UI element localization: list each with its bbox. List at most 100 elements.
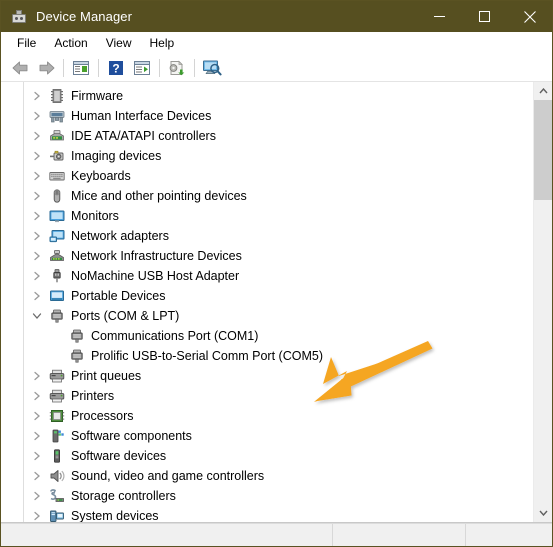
- update-driver-icon: [169, 60, 185, 75]
- hid-icon: [49, 108, 65, 124]
- chevron-right-icon: [34, 391, 40, 401]
- chevron-down-icon[interactable]: [29, 308, 45, 324]
- chevron-right-icon[interactable]: [29, 448, 45, 464]
- tree-item[interactable]: Software components: [1, 426, 533, 446]
- scroll-down-button[interactable]: [534, 504, 552, 522]
- tree-item[interactable]: Sound, video and game controllers: [1, 466, 533, 486]
- scan-hardware-changes-icon: [203, 60, 222, 76]
- chevron-right-icon[interactable]: [29, 408, 45, 424]
- scrollbar-thumb[interactable]: [534, 100, 552, 200]
- device-tree[interactable]: Firmware Human Interface Devices IDE ATA/A…: [1, 82, 533, 522]
- update-driver-button[interactable]: [164, 56, 190, 80]
- tree-item[interactable]: Mice and other pointing devices: [1, 186, 533, 206]
- chevron-right-icon[interactable]: [29, 488, 45, 504]
- mouse-icon: [49, 188, 65, 204]
- tree-item[interactable]: Software devices: [1, 446, 533, 466]
- chevron-right-icon[interactable]: [29, 468, 45, 484]
- menu-action[interactable]: Action: [45, 33, 96, 54]
- chevron-right-icon[interactable]: [29, 128, 45, 144]
- back-button[interactable]: [7, 56, 33, 80]
- tree-item-label: Software devices: [71, 449, 167, 463]
- scrollbar-track[interactable]: [534, 200, 552, 504]
- tree-item-label: Mice and other pointing devices: [71, 189, 247, 203]
- tree-item-label: Human Interface Devices: [71, 109, 212, 123]
- tree-item-label: Processors: [71, 409, 134, 423]
- close-button[interactable]: [507, 1, 552, 32]
- tree-item[interactable]: Network adapters: [1, 226, 533, 246]
- tree-item-label: Storage controllers: [71, 489, 176, 503]
- properties-button[interactable]: [68, 56, 94, 80]
- tree-item[interactable]: Processors: [1, 406, 533, 426]
- port-icon: [49, 308, 65, 324]
- keyboard-icon: [49, 168, 65, 184]
- menu-view[interactable]: View: [97, 33, 141, 54]
- tree-item[interactable]: Printers: [1, 386, 533, 406]
- tree-item[interactable]: Network Infrastructure Devices: [1, 246, 533, 266]
- processor-icon: [49, 408, 65, 424]
- tree-item-label: Network adapters: [71, 229, 169, 243]
- minimize-button[interactable]: [417, 1, 462, 32]
- menu-file[interactable]: File: [8, 33, 45, 54]
- chevron-right-icon: [34, 511, 40, 521]
- tree-item-label: System devices: [71, 509, 159, 522]
- port-icon: [69, 328, 85, 344]
- tree-item[interactable]: Print queues: [1, 366, 533, 386]
- chevron-right-icon[interactable]: [29, 268, 45, 284]
- chevron-right-icon[interactable]: [29, 208, 45, 224]
- tree-item-label: Portable Devices: [71, 289, 166, 303]
- chevron-right-icon[interactable]: [29, 228, 45, 244]
- tree-item[interactable]: Prolific USB-to-Serial Comm Port (COM5): [1, 346, 533, 366]
- chevron-right-icon[interactable]: [29, 168, 45, 184]
- show-hidden-devices-button[interactable]: [129, 56, 155, 80]
- tree-item-label: Print queues: [71, 369, 142, 383]
- tree-item[interactable]: Imaging devices: [1, 146, 533, 166]
- menu-help[interactable]: Help: [141, 33, 184, 54]
- chevron-down-icon: [32, 313, 42, 319]
- forward-button[interactable]: [33, 56, 59, 80]
- vertical-scrollbar[interactable]: [533, 82, 552, 522]
- chevron-right-icon[interactable]: [29, 368, 45, 384]
- toolbar-separator: [63, 58, 64, 77]
- tree-item[interactable]: System devices: [1, 506, 533, 522]
- printer-icon: [49, 388, 65, 404]
- chevron-right-icon[interactable]: [29, 248, 45, 264]
- back-icon: [12, 61, 27, 74]
- chevron-down-icon: [538, 510, 548, 516]
- camera-icon: [49, 148, 65, 164]
- chevron-right-icon[interactable]: [29, 508, 45, 522]
- chevron-right-icon[interactable]: [29, 108, 45, 124]
- tree-item[interactable]: Keyboards: [1, 166, 533, 186]
- storage-controller-icon: [49, 488, 65, 504]
- tree-item[interactable]: Firmware: [1, 86, 533, 106]
- scan-hardware-changes-button[interactable]: [199, 56, 225, 80]
- maximize-button[interactable]: [462, 1, 507, 32]
- tree-item[interactable]: Ports (COM & LPT): [1, 306, 533, 326]
- tree-item-label: Ports (COM & LPT): [71, 309, 180, 323]
- chevron-right-icon[interactable]: [29, 88, 45, 104]
- tree-item[interactable]: Communications Port (COM1): [1, 326, 533, 346]
- device-manager-icon: [11, 9, 27, 25]
- tree-item[interactable]: NoMachine USB Host Adapter: [1, 266, 533, 286]
- system-device-icon: [49, 508, 65, 522]
- chevron-right-icon[interactable]: [29, 188, 45, 204]
- chevron-right-icon[interactable]: [29, 428, 45, 444]
- tree-item[interactable]: Human Interface Devices: [1, 106, 533, 126]
- tree-item-label: NoMachine USB Host Adapter: [71, 269, 240, 283]
- tree-item[interactable]: Storage controllers: [1, 486, 533, 506]
- chevron-right-icon[interactable]: [29, 388, 45, 404]
- chevron-right-icon[interactable]: [29, 148, 45, 164]
- tree-item[interactable]: Portable Devices: [1, 286, 533, 306]
- network-adapter-icon: [49, 228, 65, 244]
- chevron-right-icon: [34, 111, 40, 121]
- show-hidden-devices-icon: [134, 60, 150, 75]
- chevron-right-icon: [34, 291, 40, 301]
- help-button[interactable]: ?: [103, 56, 129, 80]
- svg-text:?: ?: [112, 61, 119, 75]
- chevron-right-icon[interactable]: [29, 288, 45, 304]
- tree-item[interactable]: Monitors: [1, 206, 533, 226]
- tree-item-label: Prolific USB-to-Serial Comm Port (COM5): [91, 349, 323, 363]
- scroll-up-button[interactable]: [534, 82, 552, 100]
- tree-item[interactable]: IDE ATA/ATAPI controllers: [1, 126, 533, 146]
- status-pane-3: [466, 524, 552, 546]
- chevron-right-icon: [34, 151, 40, 161]
